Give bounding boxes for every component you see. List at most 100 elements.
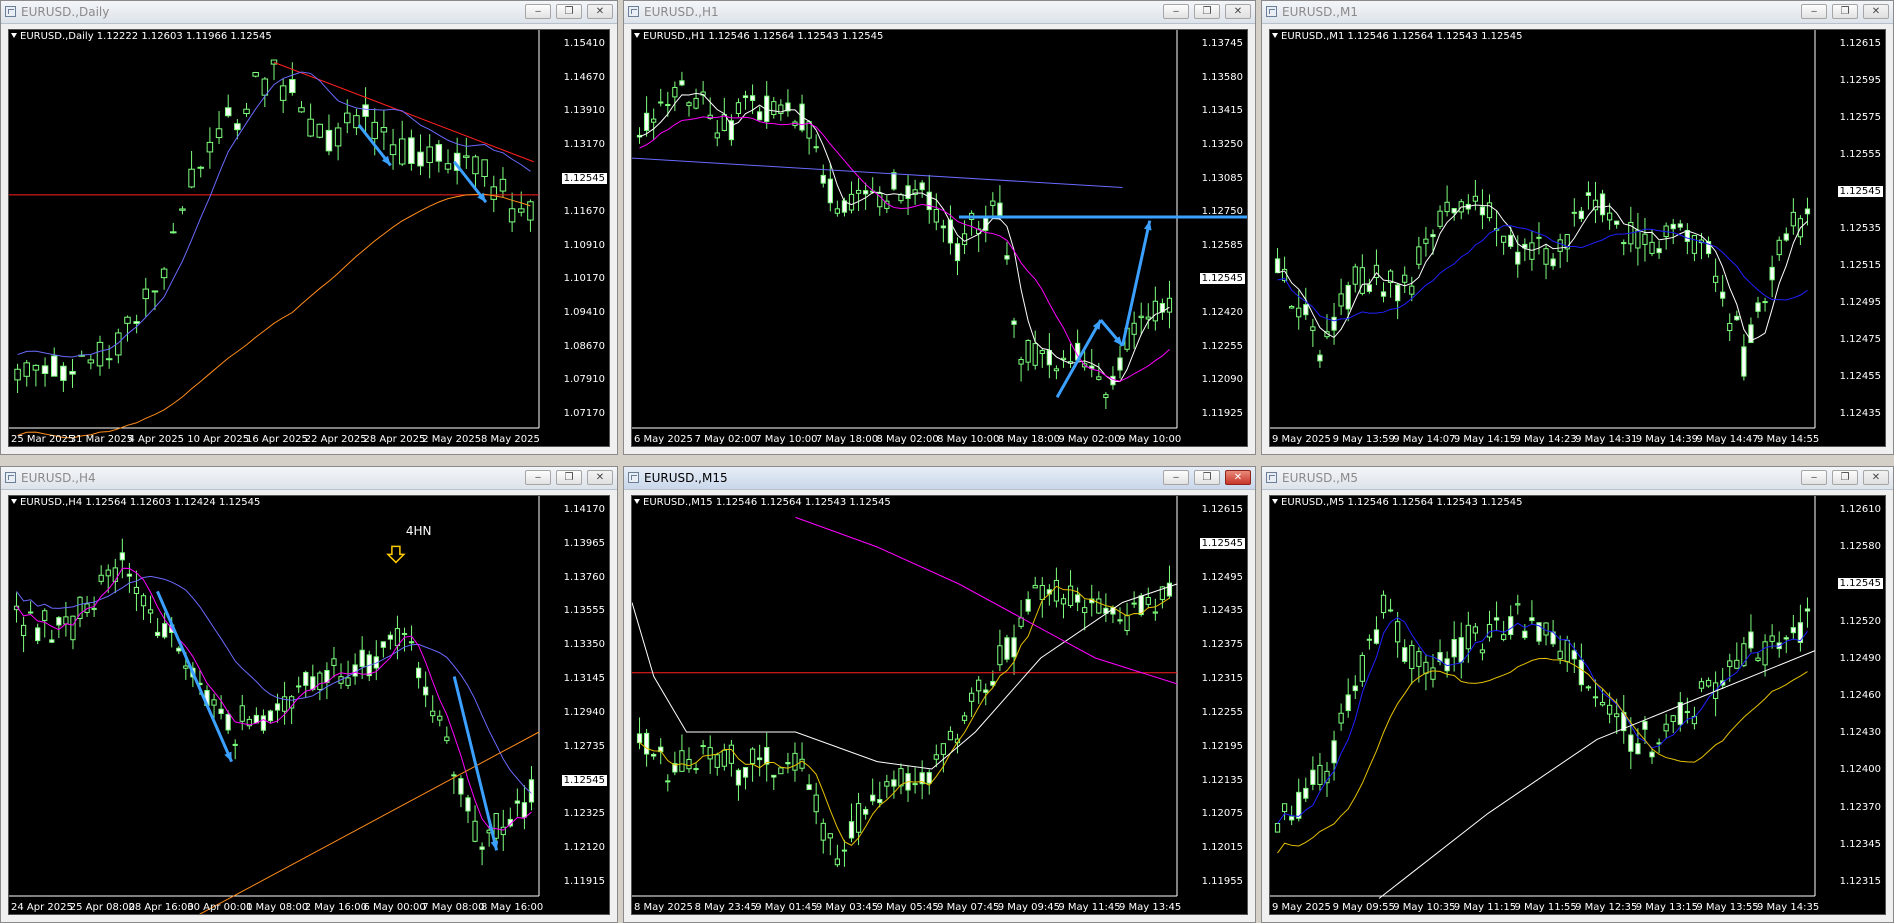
candle-body	[1082, 607, 1088, 614]
candle-body	[997, 202, 1003, 216]
candle-body	[714, 132, 720, 139]
title-bar[interactable]: EURUSD.,M5 ‒ ❐ ✕	[1262, 467, 1893, 490]
candle-body	[234, 123, 241, 131]
close-button[interactable]: ✕	[587, 4, 613, 19]
candle-body	[279, 85, 287, 101]
dropdown-triangle-icon[interactable]	[1272, 499, 1278, 504]
candle-body	[1599, 193, 1606, 216]
time-axis-label: 25 Mar 2025	[11, 434, 75, 445]
candle-body	[1145, 596, 1151, 605]
candle-body	[933, 209, 939, 223]
candle-body	[764, 746, 770, 765]
candle-body	[1748, 631, 1754, 649]
minimize-button[interactable]: ‒	[1163, 4, 1189, 19]
moving-average-line	[639, 585, 1170, 846]
candle-body	[1458, 637, 1464, 663]
price-axis-label: 1.12615	[1201, 504, 1243, 515]
window-title: EURUSD.,H4	[21, 471, 96, 485]
title-bar[interactable]: EURUSD.,M15 ‒ ❐ ✕	[624, 467, 1255, 490]
dropdown-triangle-icon[interactable]	[11, 499, 17, 504]
minimize-button[interactable]: ‒	[1801, 470, 1827, 485]
chart-area[interactable]: 4HN EURUSD.,H4 1.12564 1.12603 1.12424 1.…	[8, 495, 610, 915]
chart-window-daily[interactable]: EURUSD.,Daily ‒ ❐ ✕ EURUSD.,Daily 1.12222 1.…	[0, 0, 618, 455]
title-bar[interactable]: EURUSD.,Daily ‒ ❐ ✕	[1, 1, 617, 24]
close-button[interactable]: ✕	[1863, 470, 1889, 485]
candle-body	[1380, 594, 1387, 614]
candle-body	[1649, 751, 1655, 758]
candle-body	[124, 316, 131, 324]
candle-body	[307, 118, 314, 137]
candle-body	[42, 610, 48, 621]
close-button[interactable]: ✕	[1863, 4, 1889, 19]
time-axis-label: 28 Apr 16:00	[128, 902, 194, 913]
price-axis-label: 1.13555	[563, 605, 605, 617]
price-axis-label: 1.12255	[1201, 340, 1243, 352]
restore-button[interactable]: ❐	[1194, 470, 1220, 485]
restore-button[interactable]: ❐	[1832, 470, 1858, 485]
time-axis-label: 9 May 12:35	[1575, 902, 1638, 913]
time-axis-label: 9 May 14:35	[1757, 902, 1820, 913]
price-axis-label: 1.11915	[563, 876, 605, 887]
time-axis-label: 31 Mar 2025	[69, 434, 134, 445]
restore-button[interactable]: ❐	[1194, 4, 1220, 19]
candle-body	[1592, 696, 1599, 699]
candle-body	[1039, 350, 1045, 355]
time-axis-label: 8 May 2025	[634, 902, 693, 913]
dropdown-triangle-icon[interactable]	[634, 499, 640, 504]
dropdown-triangle-icon[interactable]	[634, 33, 640, 38]
candle-body	[1324, 770, 1330, 784]
price-axis-label: 1.13580	[1201, 71, 1243, 83]
price-axis-label: 1.12555	[1839, 149, 1881, 160]
candle-body	[742, 95, 749, 99]
candle-body	[41, 365, 49, 375]
price-chart-svg	[632, 30, 1247, 429]
candle-body	[451, 774, 457, 777]
title-bar[interactable]: EURUSD.,H1 ‒ ❐ ✕	[624, 1, 1255, 24]
candle-body	[232, 743, 238, 746]
chart-window-h1[interactable]: EURUSD.,H1 ‒ ❐ ✕ EURUSD.,H1 1.12546 1.12564 …	[623, 0, 1256, 455]
minimize-button[interactable]: ‒	[525, 4, 551, 19]
restore-button[interactable]: ❐	[556, 4, 582, 19]
candle-body	[1550, 258, 1556, 267]
close-button[interactable]: ✕	[587, 470, 613, 485]
title-bar[interactable]: EURUSD.,H4 ‒ ❐ ✕	[1, 467, 617, 490]
chart-area[interactable]: EURUSD.,M1 1.12546 1.12564 1.12543 1.125…	[1269, 29, 1886, 447]
chart-window-m15[interactable]: EURUSD.,M15 ‒ ❐ ✕ EURUSD.,M15 1.12546 1.1256…	[623, 466, 1256, 923]
candle-body	[239, 705, 245, 722]
chart-area[interactable]: EURUSD.,H1 1.12546 1.12564 1.12543 1.125…	[631, 29, 1248, 447]
candle-body	[1698, 681, 1705, 689]
minimize-button[interactable]: ‒	[1163, 470, 1189, 485]
chart-area[interactable]: EURUSD.,Daily 1.12222 1.12603 1.11966 1.…	[8, 29, 610, 447]
price-axis-label: 1.12375	[1201, 639, 1243, 651]
candle-body	[1416, 651, 1422, 667]
candle-body	[778, 767, 784, 775]
candle-body	[69, 371, 76, 375]
symbol-info-line: EURUSD.,H4 1.12564 1.12603 1.12424 1.125…	[11, 497, 260, 508]
candle-body	[898, 768, 904, 787]
minimize-button[interactable]: ‒	[525, 470, 551, 485]
close-button[interactable]: ✕	[1225, 4, 1251, 19]
price-axis-label: 1.12135	[1201, 774, 1243, 786]
dropdown-triangle-icon[interactable]	[1272, 33, 1278, 38]
candle-body	[1317, 764, 1323, 785]
candle-body	[60, 365, 67, 381]
chart-window-m1[interactable]: EURUSD.,M1 ‒ ❐ ✕ EURUSD.,M1 1.12546 1.12564 …	[1261, 0, 1894, 455]
restore-button[interactable]: ❐	[1832, 4, 1858, 19]
candle-body	[1727, 660, 1733, 668]
candle-body	[1274, 822, 1281, 833]
chart-window-h4[interactable]: EURUSD.,H4 ‒ ❐ ✕ 4HN EURUSD.,H4 1.12564 1.126…	[0, 466, 618, 923]
minimize-button[interactable]: ‒	[1801, 4, 1827, 19]
chart-area[interactable]: EURUSD.,M5 1.12546 1.12564 1.12543 1.125…	[1269, 495, 1886, 915]
title-bar[interactable]: EURUSD.,M1 ‒ ❐ ✕	[1262, 1, 1893, 24]
chart-window-icon	[628, 472, 639, 483]
close-button[interactable]: ✕	[1225, 470, 1251, 485]
candle-body	[98, 574, 104, 582]
candle-body	[1032, 343, 1038, 366]
restore-button[interactable]: ❐	[556, 470, 582, 485]
dropdown-triangle-icon[interactable]	[11, 33, 17, 38]
time-axis-label: 9 May 2025	[1272, 434, 1331, 445]
candle-body	[1366, 284, 1373, 292]
candle-body	[1416, 246, 1422, 265]
chart-area[interactable]: EURUSD.,M15 1.12546 1.12564 1.12543 1.12…	[631, 495, 1248, 915]
chart-window-m5[interactable]: EURUSD.,M5 ‒ ❐ ✕ EURUSD.,M5 1.12546 1.12564 …	[1261, 466, 1894, 923]
